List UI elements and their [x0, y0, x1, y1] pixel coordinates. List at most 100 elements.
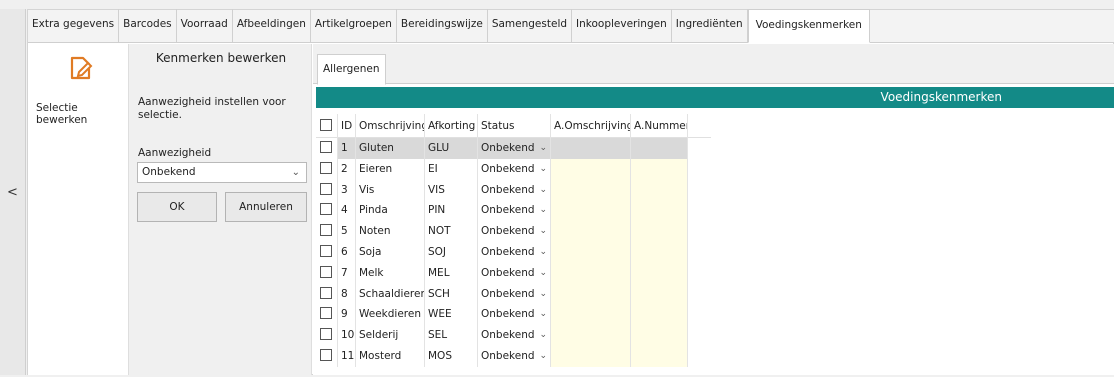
tab-inkoopleveringen[interactable]: Inkoopleveringen	[572, 9, 672, 42]
cell-a-nummer[interactable]	[631, 345, 688, 367]
cell-afkorting: SOJ	[425, 241, 478, 263]
status-select[interactable]: Onbekend ⌄	[478, 221, 551, 242]
cell-id: 10	[338, 325, 356, 346]
table-row[interactable]: 5 Noten NOT Onbekend ⌄	[316, 221, 711, 242]
status-value: Onbekend	[481, 349, 535, 362]
chevron-down-icon: ⌄	[539, 330, 547, 341]
cell-a-nummer[interactable]	[631, 179, 688, 201]
collapse-panel-button[interactable]: <	[0, 9, 26, 375]
cell-a-nummer[interactable]	[631, 283, 688, 305]
row-checkbox[interactable]	[316, 241, 338, 263]
status-select[interactable]: Onbekend ⌄	[478, 325, 551, 346]
table-row[interactable]: 3 Vis VIS Onbekend ⌄	[316, 179, 711, 201]
cell-a-omschrijving[interactable]	[551, 304, 631, 326]
cell-a-omschrijving[interactable]	[551, 200, 631, 222]
row-checkbox[interactable]	[316, 158, 338, 180]
column-header-a-omschrijving[interactable]: A.Omschrijving	[551, 114, 631, 138]
tab-extra-gegevens[interactable]: Extra gegevens	[28, 9, 120, 42]
tab-bereidingswijze[interactable]: Bereidingswijze	[397, 9, 488, 42]
row-checkbox[interactable]	[316, 262, 338, 284]
status-value: Onbekend	[481, 142, 535, 154]
tab-afbeeldingen[interactable]: Afbeeldingen	[233, 9, 311, 42]
tab-ingredi-nten[interactable]: Ingrediënten	[672, 9, 748, 42]
ok-button[interactable]: OK	[137, 192, 217, 222]
column-header-status[interactable]: Status	[478, 114, 551, 138]
table-row[interactable]: 10 Selderij SEL Onbekend ⌄	[316, 325, 711, 346]
table-row[interactable]: 2 Eieren EI Onbekend ⌄	[316, 158, 711, 180]
cell-afkorting: WEE	[425, 304, 478, 326]
column-header-omschrijving[interactable]: Omschrijving	[356, 114, 425, 138]
cell-a-omschrijving[interactable]	[551, 158, 631, 180]
cell-id: 7	[338, 262, 356, 284]
cell-a-nummer[interactable]	[631, 200, 688, 222]
status-select[interactable]: Onbekend ⌄	[478, 158, 551, 180]
table-row[interactable]: 8 Schaaldieren SCH Onbekend ⌄	[316, 283, 711, 305]
cell-omschrijving: Melk	[356, 262, 425, 284]
tab-barcodes[interactable]: Barcodes	[119, 9, 177, 42]
column-header-id[interactable]: ID	[338, 114, 356, 138]
status-select[interactable]: Onbekend ⌄	[478, 241, 551, 263]
cell-omschrijving: Weekdieren	[356, 304, 425, 326]
chevron-down-icon: ⌄	[539, 288, 547, 299]
column-header-afkorting[interactable]: Afkorting	[425, 114, 478, 138]
cell-id: 9	[338, 304, 356, 326]
cell-a-nummer[interactable]	[631, 241, 688, 263]
cell-a-nummer[interactable]	[631, 304, 688, 326]
row-checkbox[interactable]	[316, 138, 338, 159]
tab-voedingskenmerken[interactable]: Voedingskenmerken	[747, 9, 870, 43]
column-header-a-nummer[interactable]: A.Nummer	[631, 114, 688, 138]
chevron-down-icon: ⌄	[539, 226, 547, 237]
row-checkbox[interactable]	[316, 179, 338, 201]
chevron-down-icon: ⌄	[539, 350, 547, 361]
table-row[interactable]: 6 Soja SOJ Onbekend ⌄	[316, 241, 711, 263]
cell-a-nummer[interactable]	[631, 262, 688, 284]
table-row[interactable]: 11 Mosterd MOS Onbekend ⌄	[316, 345, 711, 367]
selection-edit-label[interactable]: Selectie bewerken	[36, 102, 128, 126]
cell-a-nummer[interactable]	[631, 138, 688, 159]
cell-a-omschrijving[interactable]	[551, 179, 631, 201]
table-row[interactable]: 7 Melk MEL Onbekend ⌄	[316, 262, 711, 284]
cell-a-omschrijving[interactable]	[551, 241, 631, 263]
cell-a-omschrijving[interactable]	[551, 325, 631, 346]
cell-id: 4	[338, 200, 356, 222]
cell-a-nummer[interactable]	[631, 158, 688, 180]
row-checkbox[interactable]	[316, 325, 338, 346]
cancel-button[interactable]: Annuleren	[225, 192, 307, 222]
status-value: Onbekend	[481, 204, 535, 217]
row-checkbox[interactable]	[316, 200, 338, 222]
table-row[interactable]: 9 Weekdieren WEE Onbekend ⌄	[316, 304, 711, 326]
row-checkbox[interactable]	[316, 221, 338, 242]
status-select[interactable]: Onbekend ⌄	[478, 262, 551, 284]
select-all-checkbox[interactable]	[316, 114, 338, 138]
presence-select[interactable]: Onbekend ⌄	[137, 162, 307, 183]
row-checkbox[interactable]	[316, 283, 338, 305]
edit-document-icon[interactable]	[66, 52, 96, 82]
tab-artikelgroepen[interactable]: Artikelgroepen	[311, 9, 397, 42]
status-select[interactable]: Onbekend ⌄	[478, 345, 551, 367]
cell-a-nummer[interactable]	[631, 325, 688, 346]
cell-a-omschrijving[interactable]	[551, 138, 631, 159]
cell-a-omschrijving[interactable]	[551, 221, 631, 242]
tab-samengesteld[interactable]: Samengesteld	[488, 9, 573, 42]
status-select[interactable]: Onbekend ⌄	[478, 179, 551, 201]
table-row[interactable]: 4 Pinda PIN Onbekend ⌄	[316, 200, 711, 222]
cell-id: 8	[338, 283, 356, 305]
cell-afkorting: GLU	[425, 138, 478, 159]
tab-allergenen[interactable]: Allergenen	[317, 54, 386, 85]
cell-id: 11	[338, 345, 356, 367]
cell-a-nummer[interactable]	[631, 221, 688, 242]
cell-a-omschrijving[interactable]	[551, 345, 631, 367]
allergens-area: Allergenen Voedingskenmerken ID Omschrij…	[313, 44, 1114, 375]
row-checkbox[interactable]	[316, 304, 338, 326]
status-select[interactable]: Onbekend ⌄	[478, 304, 551, 326]
cell-a-omschrijving[interactable]	[551, 283, 631, 305]
table-row[interactable]: 1 Gluten GLU Onbekend ⌄	[316, 138, 711, 159]
cell-a-omschrijving[interactable]	[551, 262, 631, 284]
status-select[interactable]: Onbekend ⌄	[478, 138, 551, 159]
status-select[interactable]: Onbekend ⌄	[478, 283, 551, 305]
cell-omschrijving: Mosterd	[356, 345, 425, 367]
row-checkbox[interactable]	[316, 345, 338, 367]
status-select[interactable]: Onbekend ⌄	[478, 200, 551, 222]
tab-voorraad[interactable]: Voorraad	[177, 9, 233, 42]
cell-omschrijving: Pinda	[356, 200, 425, 222]
